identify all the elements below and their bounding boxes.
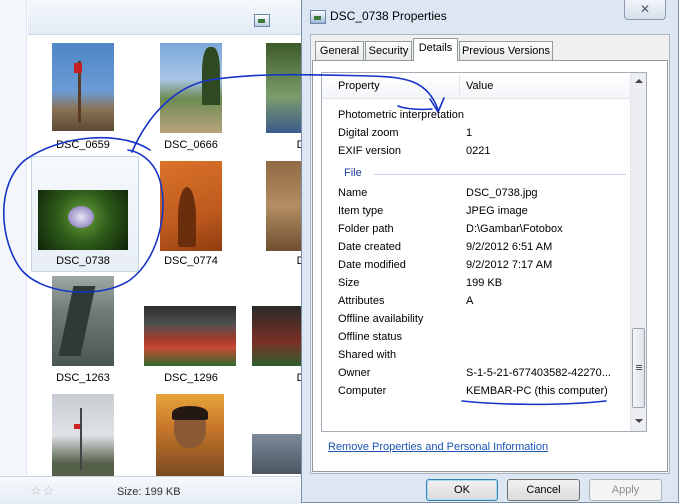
section-divider	[374, 174, 626, 175]
status-size: Size: 199 KB	[117, 486, 181, 498]
dialog-title: DSC_0738 Properties	[330, 9, 447, 23]
navigation-pane	[0, 0, 27, 475]
section-header-file: File	[344, 167, 362, 179]
property-name: Owner	[338, 367, 371, 379]
property-name: Folder path	[338, 223, 394, 235]
property-name: EXIF version	[338, 145, 401, 157]
photo-thumbnail	[252, 306, 302, 366]
photo-thumbnail	[252, 434, 302, 474]
property-name: Date created	[338, 241, 401, 253]
apply-button[interactable]: Apply	[589, 479, 662, 501]
remove-properties-link[interactable]: Remove Properties and Personal Informati…	[328, 441, 548, 453]
property-value: A	[466, 295, 474, 307]
explorer-toolbar	[28, 0, 312, 35]
property-name: Offline availability	[338, 313, 424, 325]
photo-thumbnail	[160, 161, 222, 251]
property-name: Shared with	[338, 349, 397, 361]
cancel-button[interactable]: Cancel	[507, 479, 580, 501]
property-value: 9/2/2012 7:17 AM	[466, 259, 553, 271]
property-value: KEMBAR-PC (this computer)	[466, 385, 608, 397]
vertical-scrollbar[interactable]	[630, 73, 646, 431]
close-button[interactable]: ✕	[624, 0, 666, 20]
grip-icon	[636, 365, 642, 370]
column-divider[interactable]	[459, 75, 460, 95]
thumbnail-label: DSC_0738	[56, 255, 110, 267]
photo-thumbnail	[160, 43, 222, 133]
photo-thumbnail	[52, 394, 114, 476]
photo-thumbnail	[38, 190, 128, 250]
thumbnail-label: DSC_0659	[56, 139, 110, 151]
tab-security[interactable]: Security	[365, 41, 412, 60]
explorer-window: DSC_0659 DSC_0666 DSC_ DSC_0738 DSC_0774…	[0, 0, 326, 504]
property-value: 0221	[466, 145, 491, 157]
property-name: Size	[338, 277, 360, 289]
scroll-up-icon[interactable]	[635, 79, 643, 83]
tab-details[interactable]: Details	[413, 38, 458, 61]
property-name: Offline status	[338, 331, 402, 343]
property-value: DSC_0738.jpg	[466, 187, 538, 199]
photo-thumbnail	[52, 276, 114, 366]
view-icon[interactable]	[254, 14, 270, 27]
tab-general[interactable]: General	[315, 41, 364, 60]
list-header: Property Value	[322, 73, 630, 99]
photo-thumbnail	[156, 394, 224, 476]
photo-thumbnail	[144, 306, 236, 366]
property-name: Attributes	[338, 295, 385, 307]
property-name: Name	[338, 187, 368, 199]
property-name: Item type	[338, 205, 384, 217]
rating-stars[interactable]: ☆☆	[30, 483, 55, 499]
tab-previous-versions[interactable]: Previous Versions	[459, 41, 553, 60]
property-value: JPEG image	[466, 205, 528, 217]
photo-thumbnail	[52, 43, 114, 131]
photo-thumbnail	[266, 43, 302, 133]
column-header-property[interactable]: Property	[338, 80, 380, 92]
image-file-icon	[310, 10, 326, 24]
photo-thumbnail	[266, 161, 302, 251]
properties-dialog: DSC_0738 Properties ✕ General Security D…	[301, 0, 679, 503]
property-name: Digital zoom	[338, 127, 399, 139]
scroll-down-icon[interactable]	[635, 419, 643, 423]
property-value: 9/2/2012 6:51 AM	[466, 241, 553, 253]
property-value: 1	[466, 127, 473, 139]
property-value: 199 KB	[466, 277, 503, 289]
details-property-list[interactable]: Property Value White balance Manual Phot…	[321, 72, 647, 432]
property-name: Computer	[338, 385, 387, 397]
column-header-value[interactable]: Value	[466, 80, 493, 92]
property-value: D:\Gambar\Fotobox	[466, 223, 563, 235]
property-name: Photometric interpretation	[338, 109, 464, 121]
thumbnail-label: DSC_1263	[56, 372, 110, 384]
property-name: Date modified	[338, 259, 406, 271]
property-value: S-1-5-21-677403582-42270...	[466, 367, 611, 379]
scrollbar-thumb[interactable]	[632, 328, 645, 408]
ok-button[interactable]: OK	[426, 479, 498, 501]
